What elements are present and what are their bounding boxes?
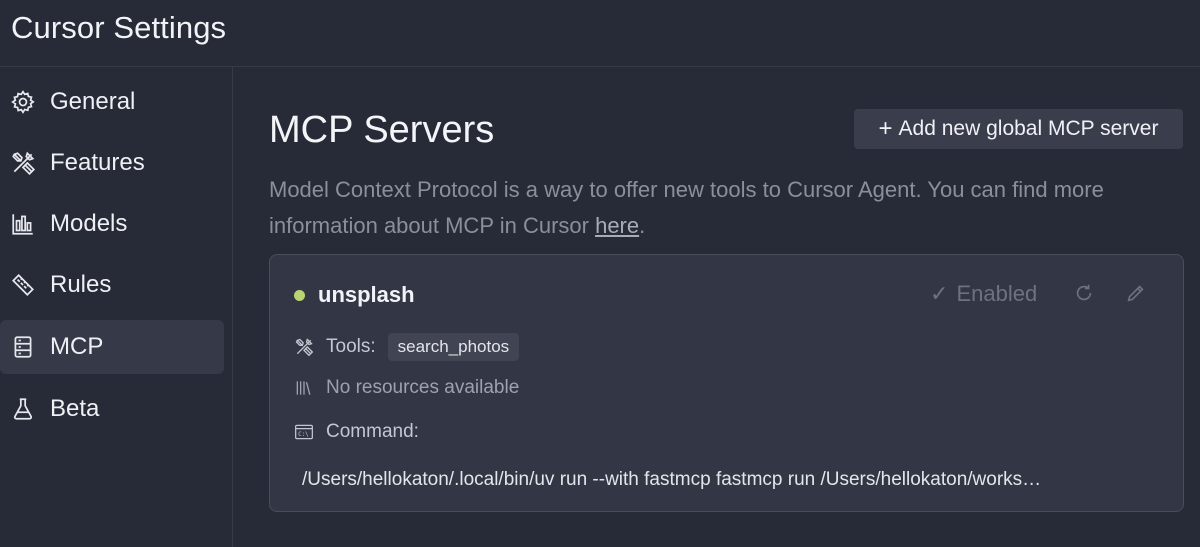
mcp-server-card: unsplash ✓ Enabled Tools: search_photos …: [269, 254, 1184, 512]
resources-label: No resources available: [326, 377, 520, 398]
sidebar: General Features Models Rules MCP Beta: [0, 67, 233, 547]
command-label: Command:: [326, 421, 419, 442]
refresh-icon[interactable]: [1070, 279, 1098, 307]
sidebar-item-models[interactable]: Models: [0, 197, 224, 251]
bar-chart-icon: [10, 211, 36, 237]
sidebar-item-label: MCP: [50, 333, 104, 360]
sidebar-item-beta[interactable]: Beta: [0, 382, 224, 436]
svg-text:C:\: C:\: [298, 432, 309, 438]
server-name: unsplash: [318, 282, 415, 307]
window-title: Cursor Settings: [11, 10, 227, 45]
add-mcp-server-button[interactable]: + Add new global MCP server: [854, 109, 1183, 149]
page-description: Model Context Protocol is a way to offer…: [269, 177, 1104, 238]
sidebar-item-label: Features: [50, 149, 145, 176]
status-label: Enabled: [956, 281, 1038, 306]
ruler-icon: [10, 272, 36, 298]
plus-icon: +: [878, 115, 893, 142]
flask-icon: [10, 396, 36, 422]
resources-row: No resources available: [294, 377, 519, 399]
sidebar-item-rules[interactable]: Rules: [0, 258, 224, 312]
sidebar-item-label: Models: [50, 210, 128, 237]
sidebar-item-mcp[interactable]: MCP: [0, 320, 224, 374]
sidebar-item-label: General: [50, 88, 136, 115]
add-button-label: Add new global MCP server: [898, 117, 1159, 140]
tools-label: Tools:: [326, 336, 376, 357]
library-icon: [294, 378, 314, 398]
status-dot: [294, 290, 305, 301]
server-icon: [10, 334, 36, 360]
gear-icon: [10, 89, 36, 115]
main-content: MCP Servers + Add new global MCP server …: [233, 67, 1200, 547]
terminal-icon: C:\: [294, 422, 314, 442]
page-title: MCP Servers: [269, 109, 495, 151]
tools-icon: [10, 150, 36, 176]
check-icon: ✓: [930, 281, 949, 306]
tools-icon: [294, 337, 314, 357]
edit-icon[interactable]: [1122, 279, 1150, 307]
tools-row: Tools: search_photos: [294, 333, 520, 361]
sidebar-item-label: Rules: [50, 271, 112, 298]
command-text: /Users/hellokaton/.local/bin/uv run --wi…: [302, 469, 1042, 490]
command-row: C:\ Command:: [294, 421, 419, 443]
sidebar-item-label: Beta: [50, 395, 100, 422]
title-bar: Cursor Settings: [0, 0, 1200, 67]
sidebar-item-general[interactable]: General: [0, 75, 224, 129]
tool-chip[interactable]: search_photos: [387, 333, 520, 361]
here-link[interactable]: here: [595, 213, 639, 238]
sidebar-item-features[interactable]: Features: [0, 136, 224, 190]
enabled-status[interactable]: ✓ Enabled: [930, 281, 1037, 307]
